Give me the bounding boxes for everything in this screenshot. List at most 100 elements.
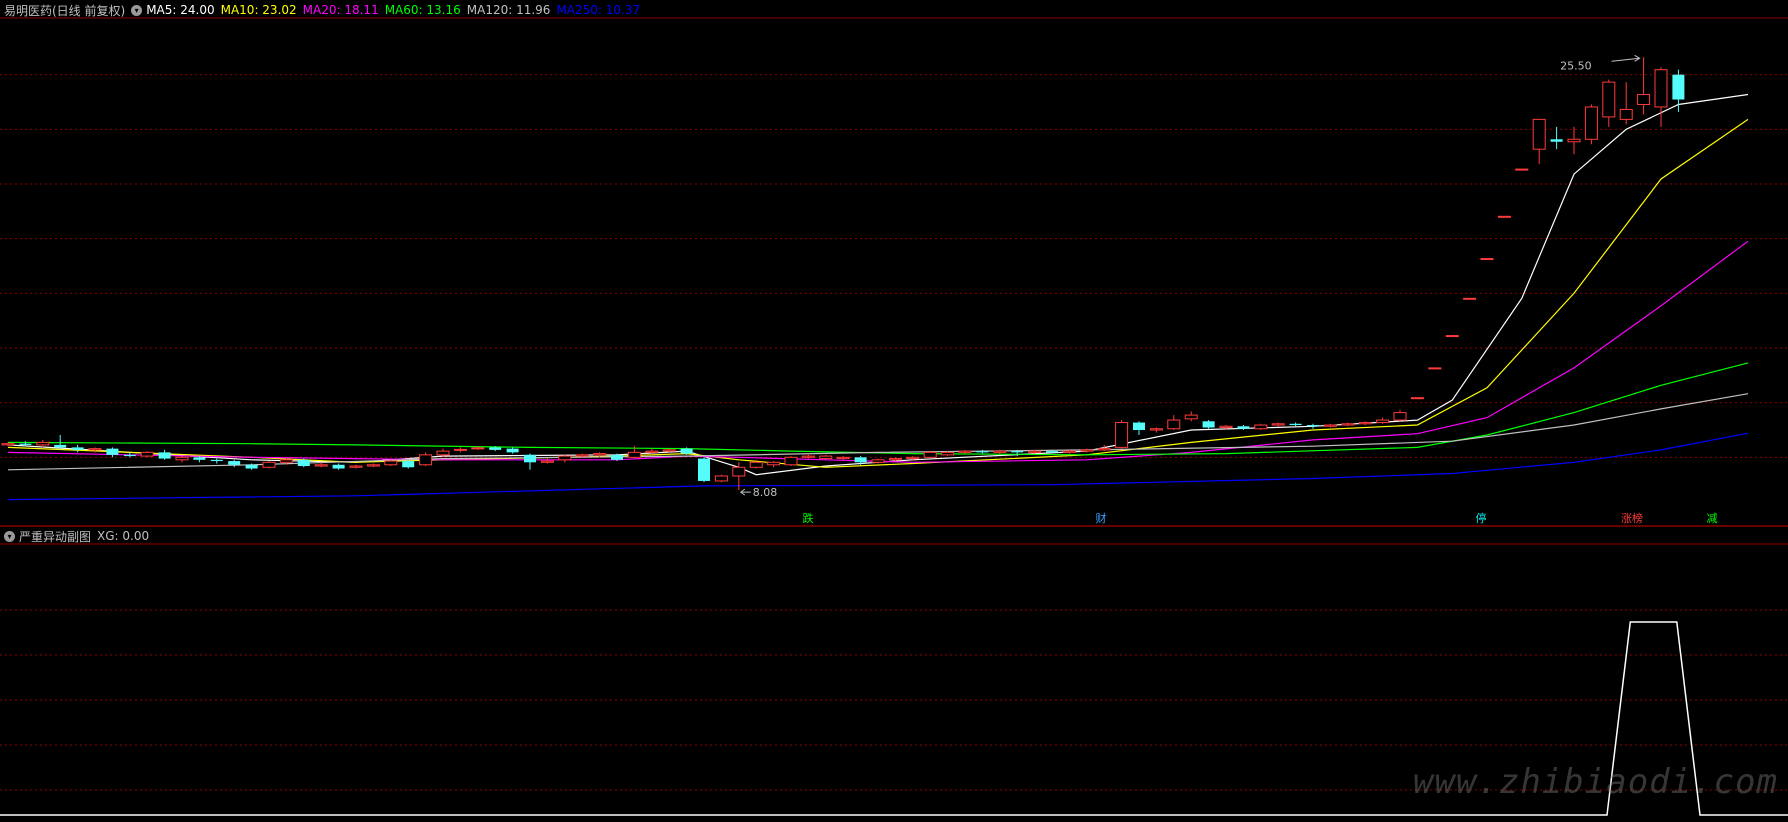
candle-body-down	[71, 447, 84, 450]
candle-body-up	[836, 456, 850, 460]
candle-body-up	[1358, 422, 1372, 425]
candle-body-down	[1550, 139, 1563, 142]
candle-body-down	[1672, 74, 1685, 100]
candle-body-up	[1497, 215, 1511, 218]
candle-body-up	[941, 451, 955, 456]
candle-body-down	[524, 454, 536, 463]
candle-body-down	[123, 454, 136, 457]
candle-body-down	[854, 457, 867, 463]
watermark: www.zhibiaodi.com	[1413, 762, 1778, 802]
candle-body-up	[749, 461, 763, 468]
low-price-label: 8.08	[753, 486, 778, 499]
candle-body-up	[1654, 69, 1668, 108]
candle-body-up	[1028, 450, 1042, 453]
candle-body-up	[1376, 419, 1390, 424]
candle-body-up	[1167, 419, 1181, 430]
candle-body-up	[1, 443, 15, 446]
candle-body-up	[1219, 425, 1233, 429]
candle-body-up	[1602, 81, 1616, 118]
candle-body-up	[1532, 118, 1546, 150]
candle-body-down	[297, 459, 310, 467]
candle-body-up	[262, 461, 276, 468]
candle-body-up	[314, 464, 328, 467]
candle-body-up	[140, 451, 154, 457]
candle-body-up	[906, 456, 920, 460]
candle-body-up	[575, 454, 589, 457]
candle-body-up	[871, 459, 885, 463]
candle-body-up	[1515, 168, 1529, 171]
event-marker: 跌	[803, 511, 814, 525]
candle-body-down	[611, 454, 623, 460]
candle-body-down	[698, 458, 710, 481]
candle-body-down	[680, 448, 693, 454]
candle-body-up	[1584, 106, 1598, 140]
candle-body-down	[228, 461, 241, 465]
candle-body-up	[1149, 428, 1163, 431]
candle-body-up	[36, 441, 50, 446]
candle-body-up	[993, 450, 1007, 453]
event-marker: 减	[1707, 512, 1718, 525]
candle-body-up	[593, 453, 607, 456]
candle-body-up	[1271, 423, 1285, 426]
candle-body-up	[1080, 449, 1094, 452]
candle-body-up	[1115, 422, 1129, 448]
candle-body-down	[193, 457, 206, 460]
candle-body-up	[540, 460, 554, 463]
candle-body-up	[819, 455, 833, 460]
candle-body-down	[1133, 422, 1145, 430]
candle-body-up	[1463, 297, 1477, 300]
candle-body-up	[784, 456, 798, 466]
candle-body-down	[506, 448, 519, 453]
event-marker: 停	[1476, 511, 1487, 525]
candle-body-up	[471, 447, 485, 450]
candle-body-down	[1202, 421, 1215, 428]
candle-body-down	[245, 464, 258, 469]
event-marker: 涨榜	[1621, 511, 1643, 525]
candle-body-up	[1097, 448, 1111, 451]
candle-body-up	[436, 450, 450, 456]
candle-body-up	[645, 450, 659, 453]
ma-line-ma60	[7, 362, 1749, 456]
candle-body-down	[54, 444, 67, 448]
event-marker: 财	[1096, 511, 1107, 525]
candle-body-up	[732, 466, 746, 477]
candle-body-up	[419, 454, 433, 466]
ma-line-ma20	[7, 240, 1749, 463]
candle-body-up	[1323, 424, 1337, 427]
candle-body-up	[958, 450, 972, 453]
candle-body-up	[349, 465, 363, 468]
candle-body-up	[453, 448, 467, 451]
candle-body-down	[1011, 451, 1024, 453]
candle-body-up	[1619, 108, 1633, 120]
candle-body-up	[627, 451, 641, 458]
candle-body-up	[801, 455, 815, 458]
candle-body-up	[88, 448, 102, 451]
candle-body-up	[1062, 450, 1076, 453]
candle-body-up	[1393, 412, 1407, 421]
candle-body-down	[19, 443, 32, 445]
candle-body-up	[384, 460, 398, 466]
candle-body-up	[888, 458, 902, 461]
candle-body-down	[976, 451, 989, 453]
candle-body-up	[1480, 258, 1494, 261]
candle-body-up	[366, 464, 380, 467]
candle-body-down	[332, 464, 345, 469]
candle-body-up	[279, 459, 293, 463]
candle-body-up	[1341, 423, 1355, 426]
candle-body-down	[1046, 451, 1058, 453]
candle-body-up	[1445, 335, 1459, 338]
candle-body-down	[402, 461, 415, 468]
candle-body-up	[767, 461, 781, 466]
candle-body-up	[558, 455, 572, 461]
candle-body-up	[662, 449, 676, 452]
candle-body-up	[1428, 367, 1442, 370]
candle-body-up	[1637, 94, 1651, 105]
candle-body-down	[1307, 425, 1319, 427]
chart-canvas[interactable]: 25.50 8.08 跌 财 停 涨榜 减	[0, 0, 1788, 822]
candle-body-up	[1567, 138, 1581, 143]
candle-body-up	[1184, 414, 1198, 420]
candle-body-up	[714, 475, 728, 482]
candle-body-down	[106, 448, 119, 455]
candle-body-up	[1410, 397, 1424, 400]
candle-body-down	[1237, 426, 1250, 429]
